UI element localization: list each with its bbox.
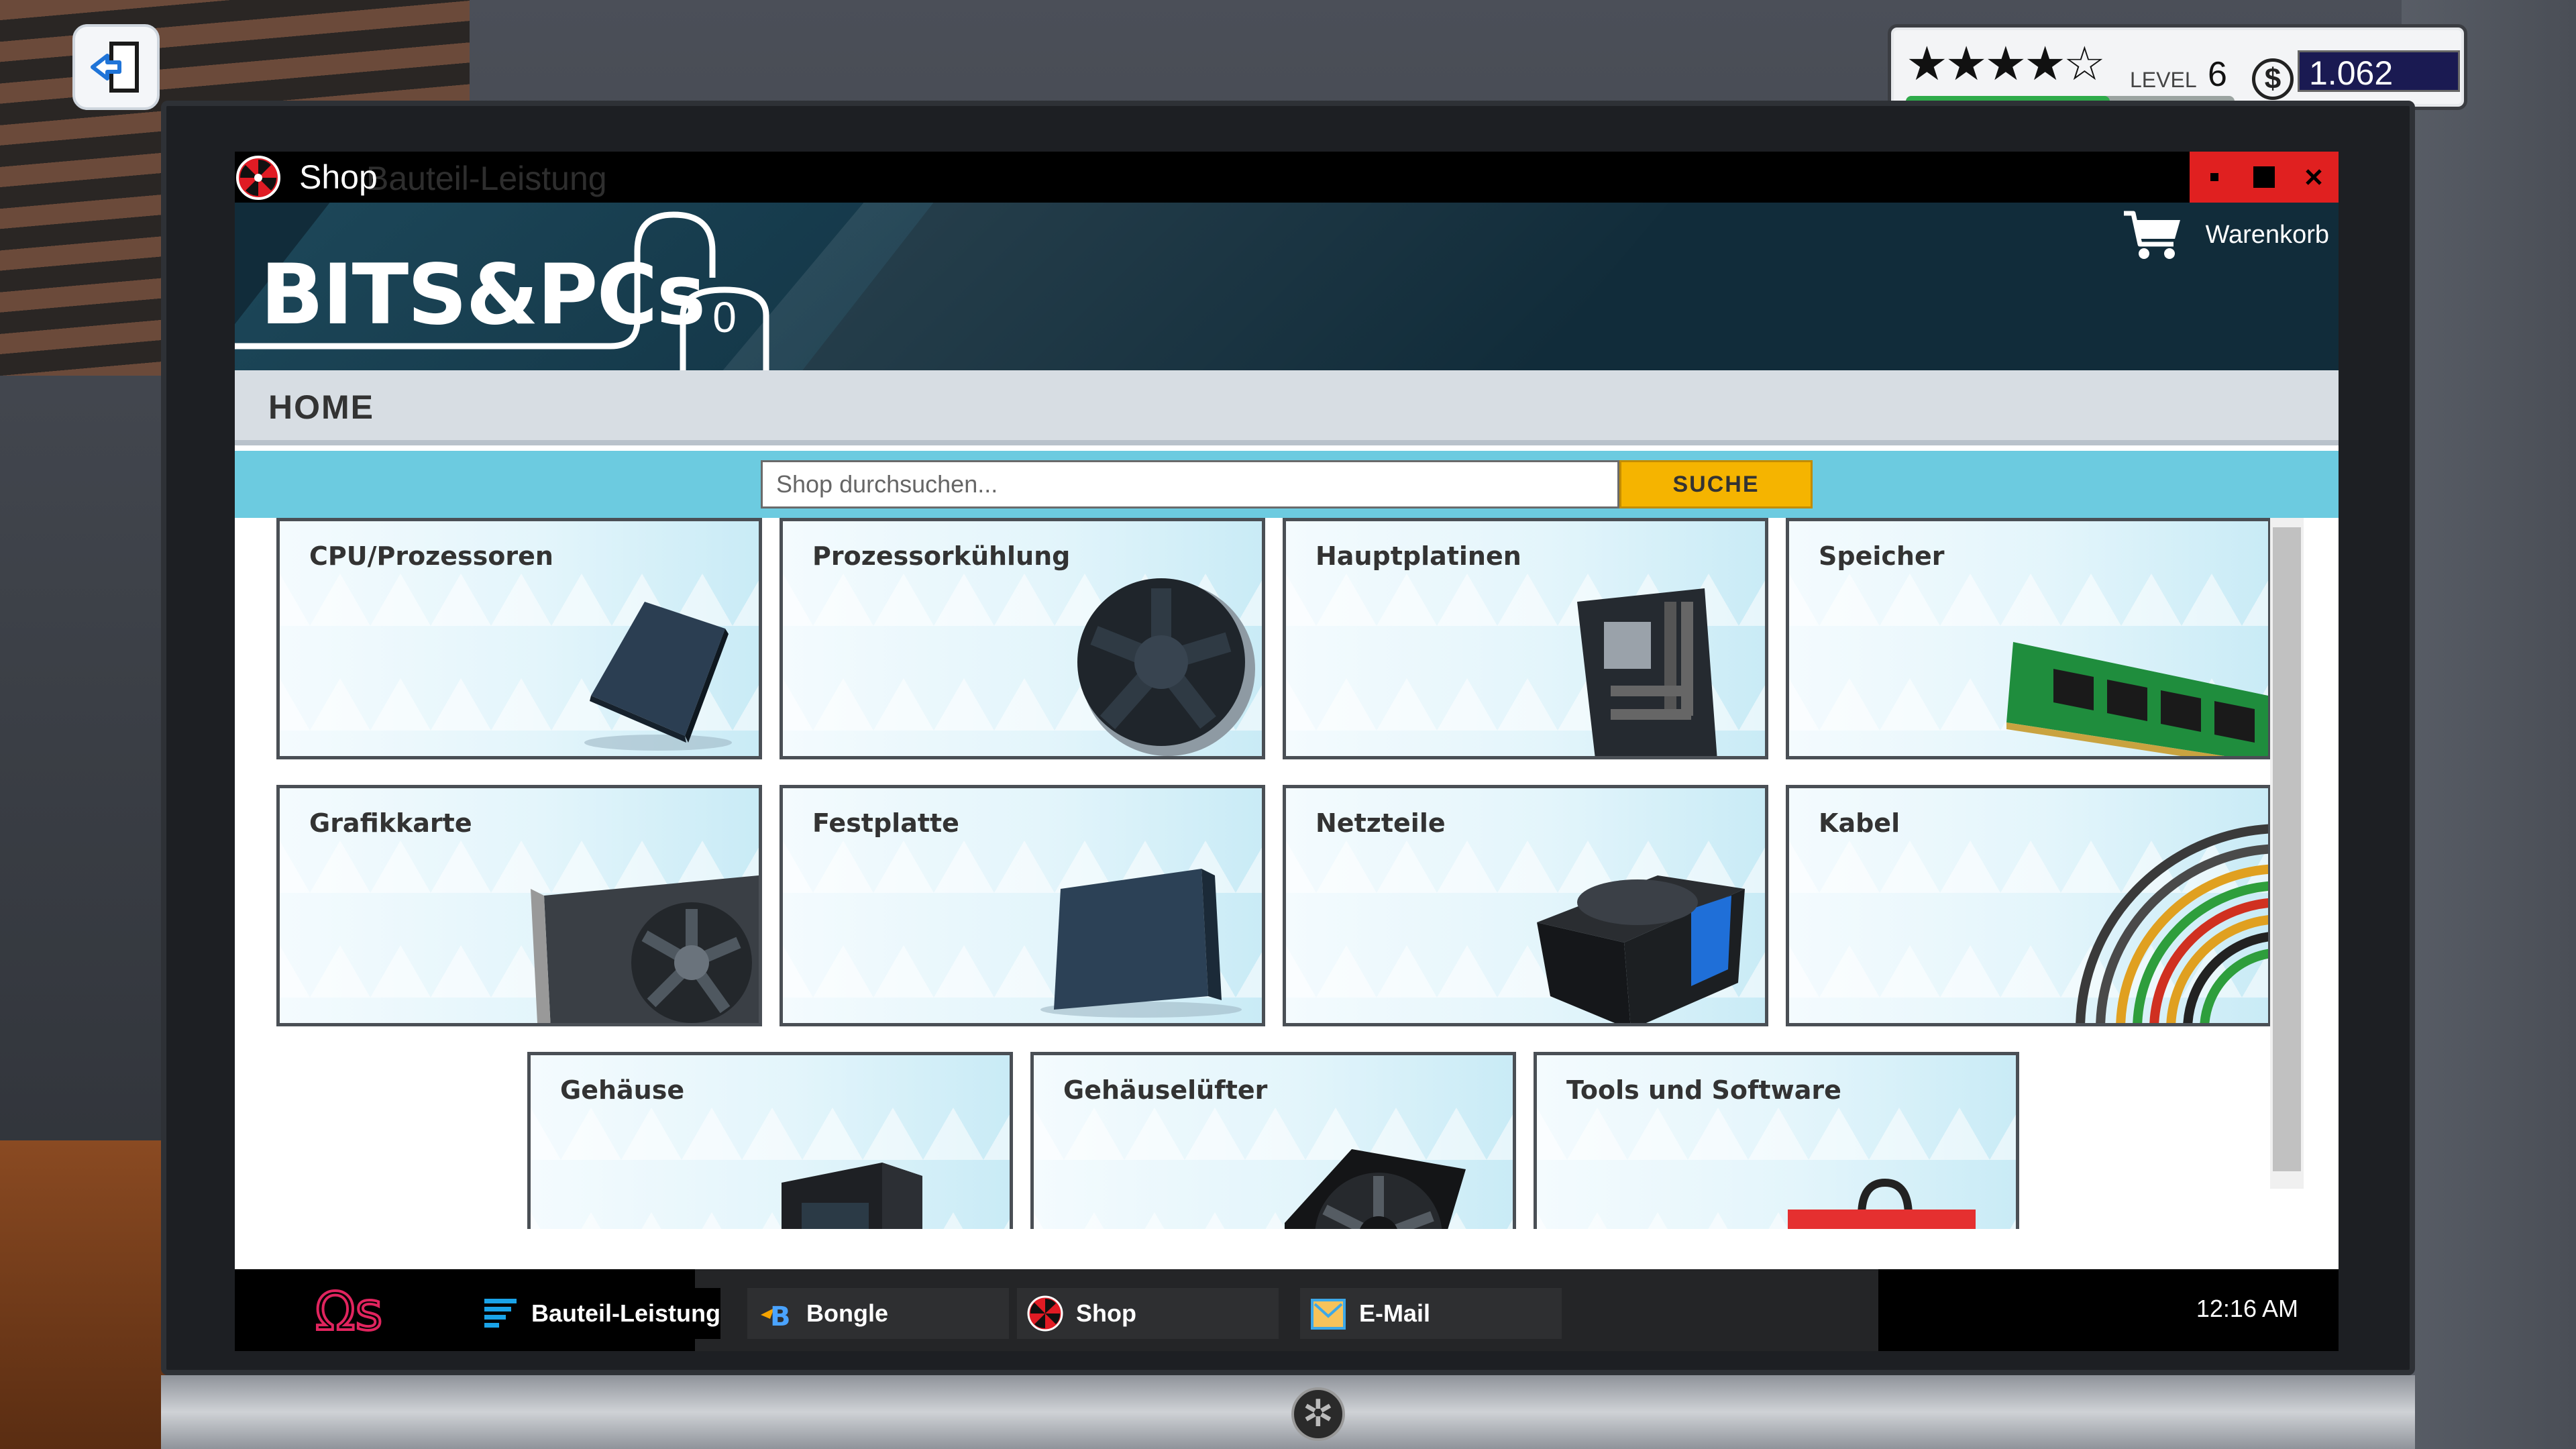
taskbar-item-label: E-Mail — [1359, 1299, 1431, 1327]
cart-count-badge: 0 — [712, 293, 737, 341]
cables-icon — [2076, 824, 2268, 1023]
browser-icon: B — [761, 1301, 791, 1332]
category-power-supplies[interactable]: Netzteile — [1283, 785, 1768, 1026]
previous-window-title: Bauteil-Leistung — [366, 160, 607, 197]
window-title: Shop — [299, 158, 378, 196]
shop-header: BITS&PCs 0 Warenkorb — [235, 203, 2339, 370]
maximize-icon — [2253, 166, 2275, 188]
os-start-button[interactable]: Ωs — [315, 1284, 389, 1338]
category-label: Gehäuse — [560, 1075, 685, 1105]
level-value: 6 — [2208, 55, 2227, 94]
cpu-icon — [584, 602, 732, 751]
hard-drive-icon — [1040, 869, 1242, 1018]
scrollbar-track[interactable] — [2270, 518, 2304, 1189]
taskbar-item-label: Shop — [1076, 1299, 1136, 1327]
graphics-card-icon — [531, 875, 759, 1023]
close-icon — [2306, 169, 2322, 185]
category-label: Gehäuselüfter — [1063, 1075, 1268, 1105]
category-label: Festplatte — [812, 808, 959, 838]
category-case-fans[interactable]: Gehäuselüfter — [1030, 1052, 1516, 1229]
breadcrumb-home[interactable]: HOME — [268, 388, 374, 427]
monitor-fan-logo-icon: ✲ — [1291, 1387, 1345, 1441]
category-label: Grafikkarte — [309, 808, 472, 838]
category-graphics-card[interactable]: Grafikkarte — [276, 785, 762, 1026]
taskbar-clock: 12:16 AM — [2196, 1295, 2298, 1322]
svg-text:Ωs: Ωs — [315, 1284, 382, 1338]
search-bar: SUCHE — [235, 451, 2339, 518]
case-fan-icon — [1285, 1149, 1466, 1229]
rating-stars: ★★★★☆ — [1906, 38, 2106, 90]
category-cables[interactable]: Kabel — [1786, 785, 2271, 1026]
dollar-icon: $ — [2252, 58, 2294, 100]
breadcrumb-bar: HOME — [235, 370, 2339, 445]
scrollbar-thumb[interactable] — [2273, 527, 2301, 1171]
category-cpu[interactable]: CPU/Prozessoren — [276, 518, 762, 759]
close-button[interactable] — [2289, 152, 2339, 203]
power-supply-icon — [1537, 875, 1745, 1023]
level-label: LEVEL — [2130, 68, 2197, 92]
category-tools-software[interactable]: Tools und Software — [1534, 1052, 2019, 1229]
category-label: Netzteile — [1316, 808, 1446, 838]
shop-app-icon — [236, 156, 280, 200]
window-controls — [2190, 152, 2339, 203]
taskbar-item-email[interactable]: E-Mail — [1300, 1288, 1562, 1339]
cpu-cooler-icon — [1077, 578, 1255, 756]
minimize-button[interactable] — [2190, 152, 2239, 203]
category-hard-drive[interactable]: Festplatte — [780, 785, 1265, 1026]
exit-button[interactable] — [72, 24, 160, 110]
shopping-cart-icon — [2123, 211, 2180, 259]
category-label: Speicher — [1819, 541, 1945, 571]
category-case[interactable]: Gehäuse — [527, 1052, 1013, 1229]
toolbox-icon — [1788, 1178, 1976, 1229]
category-motherboards[interactable]: Hauptplatinen — [1283, 518, 1768, 759]
maximize-button[interactable] — [2239, 152, 2289, 203]
ram-icon — [2006, 642, 2268, 756]
search-button[interactable]: SUCHE — [1619, 460, 1813, 508]
category-cpu-cooler[interactable]: Prozessorkühlung — [780, 518, 1265, 759]
taskbar-item-label: Bongle — [806, 1299, 888, 1327]
category-grid: CPU/Prozessoren Prozessorkühlung Hauptpl… — [235, 518, 2339, 1229]
taskbar-item-benchmark[interactable]: Bauteil-Leistung — [472, 1288, 721, 1339]
category-label: Kabel — [1819, 808, 1900, 838]
shop-logo[interactable]: BITS&PCs — [260, 247, 706, 343]
window-titlebar[interactable]: Bauteil-Leistung Shop — [235, 152, 2339, 203]
category-label: Hauptplatinen — [1316, 541, 1521, 571]
benchmark-icon — [484, 1299, 517, 1328]
minimize-icon — [2210, 173, 2218, 181]
taskbar-item-bongle[interactable]: B Bongle — [747, 1288, 1009, 1339]
shop-icon — [1027, 1295, 1063, 1332]
taskbar-item-shop[interactable]: Shop — [1017, 1288, 1279, 1339]
svg-text:B: B — [770, 1301, 791, 1332]
exit-door-icon — [91, 42, 139, 93]
shop-window: Bauteil-Leistung Shop BITS&PCs 0 Warenko… — [235, 152, 2339, 1269]
category-memory[interactable]: Speicher — [1786, 518, 2271, 759]
taskbar-item-label: Bauteil-Leistung — [531, 1299, 721, 1327]
monitor-stand — [161, 1375, 2415, 1449]
wall — [2402, 0, 2576, 1449]
player-status-panel: ★★★★☆ LEVEL 6 $ 1.062 — [1888, 24, 2467, 110]
email-icon — [1311, 1299, 1346, 1330]
cart-label: Warenkorb — [2205, 220, 2329, 249]
motherboard-icon — [1577, 588, 1717, 756]
money-display: 1.062 — [2298, 50, 2460, 92]
search-input[interactable] — [761, 460, 1619, 508]
cart-button[interactable]: Warenkorb — [2123, 208, 2329, 262]
taskbar: Ωs Bauteil-Leistung B Bongle Shop E-Mail… — [235, 1269, 2339, 1351]
case-icon — [782, 1163, 922, 1229]
